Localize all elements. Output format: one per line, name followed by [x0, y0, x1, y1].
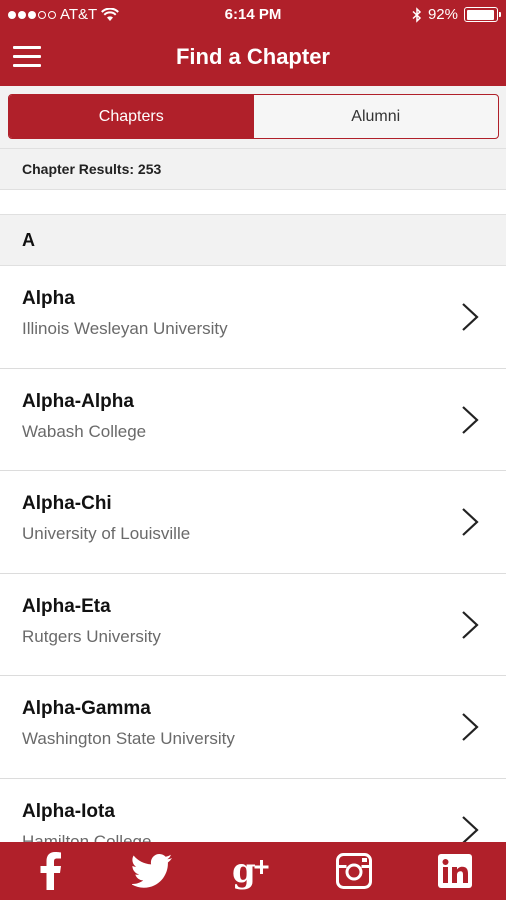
linkedin-icon[interactable]: [431, 849, 479, 893]
battery-percent: 92%: [427, 6, 458, 23]
results-count: Chapter Results: 253: [0, 148, 506, 190]
chapter-school: Rutgers University: [22, 626, 161, 646]
list-item[interactable]: Alpha-Chi University of Louisville: [0, 471, 506, 574]
chapter-school: Illinois Wesleyan University: [22, 319, 228, 338]
chapter-school: Wabash College: [22, 421, 147, 441]
instagram-icon[interactable]: [330, 849, 378, 893]
segmented-control: Chapters Alumni: [8, 94, 499, 139]
tab-alumni[interactable]: Alumni: [254, 95, 499, 138]
chapter-school: Washington State University: [22, 729, 235, 749]
header-bar: AT&T 6:14 PM 92% Find a Chapter: [0, 0, 506, 86]
list-item[interactable]: Alpha-Gamma Washington State University: [0, 676, 506, 779]
chevron-right-icon: [462, 303, 479, 331]
list-item[interactable]: Alpha-Alpha Wabash College: [0, 368, 506, 472]
page-title: Find a Chapter: [175, 44, 330, 69]
status-bar: AT&T 6:14 PM 92%: [0, 0, 506, 30]
chevron-right-icon: [462, 610, 479, 639]
chapter-school: University of Louisville: [22, 524, 191, 544]
social-footer: g: [0, 842, 506, 900]
segment-bar: Chapters Alumni: [0, 86, 506, 148]
chevron-right-icon: [462, 713, 479, 742]
facebook-icon[interactable]: [27, 849, 75, 893]
tab-chapters[interactable]: Chapters: [9, 95, 254, 138]
bluetooth-icon: [412, 6, 422, 23]
chapter-name: Alpha-Eta: [22, 595, 111, 617]
section-header: A: [0, 214, 506, 266]
google-plus-icon[interactable]: g: [229, 849, 277, 893]
chapter-name: Alpha-Chi: [22, 493, 112, 515]
list-item[interactable]: Alpha-Iota Hamilton College: [0, 778, 506, 842]
chevron-right-icon: [462, 508, 479, 536]
chapter-name: Alpha-Alpha: [22, 390, 134, 412]
chapter-school: Hamilton College: [22, 831, 152, 842]
chapter-list: Alpha Illinois Wesleyan University Alpha…: [0, 266, 506, 842]
status-right: 92%: [412, 6, 501, 23]
chapter-name: Alpha-Gamma: [22, 698, 151, 720]
battery-icon: [464, 7, 501, 22]
chapter-name: Alpha-Iota: [22, 800, 115, 822]
spacer: [0, 190, 506, 214]
chapter-name: Alpha: [22, 288, 75, 309]
twitter-icon[interactable]: [128, 849, 176, 893]
svg-text:g: g: [232, 852, 256, 890]
list-item[interactable]: Alpha-Eta Rutgers University: [0, 573, 506, 677]
list-item[interactable]: Alpha Illinois Wesleyan University: [0, 266, 506, 369]
chevron-right-icon: [462, 405, 479, 434]
chevron-right-icon: [462, 816, 479, 842]
